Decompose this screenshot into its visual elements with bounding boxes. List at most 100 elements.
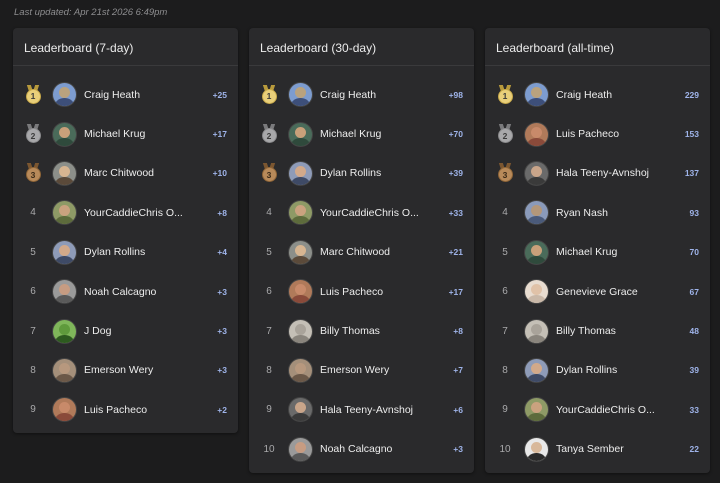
leaderboard-row[interactable]: 4 Ryan Nash 93 <box>485 193 710 232</box>
player-name[interactable]: Dylan Rollins <box>556 364 656 376</box>
avatar[interactable] <box>288 160 313 186</box>
avatar[interactable] <box>288 318 313 344</box>
avatar-head <box>59 205 70 217</box>
leaderboard-row[interactable]: 10 Tanya Sember 22 <box>485 430 710 469</box>
leaderboard-row[interactable]: 7 Billy Thomas 48 <box>485 311 710 350</box>
leaderboard-row[interactable]: 9 Hala Teeny-Avnshoj +6 <box>249 390 474 429</box>
leaderboard-row[interactable]: 5 Marc Chitwood +21 <box>249 233 474 272</box>
avatar-head <box>59 126 70 138</box>
avatar[interactable] <box>288 357 313 383</box>
avatar[interactable] <box>288 436 313 462</box>
leaderboard-row[interactable]: 8 Emerson Wery +7 <box>249 351 474 390</box>
leaderboard-row[interactable]: 2 Luis Pacheco 153 <box>485 114 710 153</box>
leaderboard-row[interactable]: 6 Genevieve Grace 67 <box>485 272 710 311</box>
avatar[interactable] <box>288 200 313 226</box>
leaderboard-row[interactable]: 1 Craig Heath +25 <box>13 75 238 114</box>
avatar[interactable] <box>52 160 77 186</box>
player-name[interactable]: Emerson Wery <box>84 364 184 376</box>
leaderboard-row[interactable]: 5 Dylan Rollins +4 <box>13 233 238 272</box>
avatar[interactable] <box>52 318 77 344</box>
leaderboard-row[interactable]: 9 YourCaddieChris O... 33 <box>485 390 710 429</box>
player-name[interactable]: YourCaddieChris O... <box>84 207 184 219</box>
avatar[interactable] <box>524 160 549 186</box>
leaderboard-row[interactable]: 7 Billy Thomas +8 <box>249 311 474 350</box>
avatar[interactable] <box>524 239 549 265</box>
player-name[interactable]: Michael Krug <box>556 246 656 258</box>
leaderboard-row[interactable]: 6 Luis Pacheco +17 <box>249 272 474 311</box>
avatar[interactable] <box>524 436 549 462</box>
avatar[interactable] <box>524 200 549 226</box>
avatar[interactable] <box>524 82 549 108</box>
avatar[interactable] <box>524 279 549 305</box>
avatar[interactable] <box>288 121 313 147</box>
player-name[interactable]: Billy Thomas <box>556 325 656 337</box>
leaderboard-row[interactable]: 7 J Dog +3 <box>13 311 238 350</box>
player-name[interactable]: YourCaddieChris O... <box>556 404 656 416</box>
score-value: +8 <box>453 326 463 337</box>
avatar[interactable] <box>524 357 549 383</box>
avatar[interactable] <box>52 121 77 147</box>
leaderboard-row[interactable]: 2 Michael Krug +17 <box>13 114 238 153</box>
leaderboard-row[interactable]: 5 Michael Krug 70 <box>485 233 710 272</box>
leaderboard-row[interactable]: 3 Dylan Rollins +39 <box>249 154 474 193</box>
player-name[interactable]: Hala Teeny-Avnshoj <box>556 167 656 179</box>
avatar-torso <box>526 373 547 382</box>
rank-slot: 5 <box>259 242 279 262</box>
leaderboard-row[interactable]: 8 Dylan Rollins 39 <box>485 351 710 390</box>
player-name[interactable]: YourCaddieChris O... <box>320 207 420 219</box>
avatar[interactable] <box>524 318 549 344</box>
player-name[interactable]: Michael Krug <box>84 128 184 140</box>
player-name[interactable]: Luis Pacheco <box>320 286 420 298</box>
score-value: +98 <box>448 89 463 100</box>
avatar[interactable] <box>52 82 77 108</box>
avatar[interactable] <box>288 239 313 265</box>
leaderboard-row[interactable]: 9 Luis Pacheco +2 <box>13 390 238 429</box>
player-name[interactable]: Craig Heath <box>556 89 656 101</box>
player-name[interactable]: Michael Krug <box>320 128 420 140</box>
avatar[interactable] <box>52 239 77 265</box>
player-name[interactable]: Ryan Nash <box>556 207 656 219</box>
player-name[interactable]: J Dog <box>84 325 184 337</box>
player-name[interactable]: Emerson Wery <box>320 364 420 376</box>
player-name[interactable]: Luis Pacheco <box>84 404 184 416</box>
avatar-head <box>295 126 306 138</box>
leaderboard-row[interactable]: 2 Michael Krug +70 <box>249 114 474 153</box>
player-name[interactable]: Dylan Rollins <box>84 246 184 258</box>
avatar[interactable] <box>524 121 549 147</box>
leaderboard-row[interactable]: 4 YourCaddieChris O... +33 <box>249 193 474 232</box>
player-name[interactable]: Hala Teeny-Avnshoj <box>320 404 420 416</box>
leaderboard-row[interactable]: 3 Hala Teeny-Avnshoj 137 <box>485 154 710 193</box>
leaderboard-row[interactable]: 4 YourCaddieChris O... +8 <box>13 193 238 232</box>
leaderboard-row[interactable]: 1 Craig Heath 229 <box>485 75 710 114</box>
player-name[interactable]: Craig Heath <box>84 89 184 101</box>
player-name[interactable]: Genevieve Grace <box>556 286 656 298</box>
player-name[interactable]: Craig Heath <box>320 89 420 101</box>
avatar[interactable] <box>52 279 77 305</box>
board-rows: 1 Craig Heath +98 2 Michael Krug +70 3 Dylan Ro… <box>249 66 474 469</box>
player-name[interactable]: Noah Calcagno <box>84 286 184 298</box>
player-name[interactable]: Marc Chitwood <box>320 246 420 258</box>
leaderboard-row[interactable]: 10 Noah Calcagno +3 <box>249 430 474 469</box>
avatar-torso <box>290 452 311 461</box>
player-name[interactable]: Billy Thomas <box>320 325 420 337</box>
leaderboard-row[interactable]: 1 Craig Heath +98 <box>249 75 474 114</box>
player-name[interactable]: Luis Pacheco <box>556 128 656 140</box>
avatar[interactable] <box>288 82 313 108</box>
avatar[interactable] <box>52 397 77 423</box>
leaderboard-row[interactable]: 6 Noah Calcagno +3 <box>13 272 238 311</box>
avatar-head <box>531 165 542 177</box>
avatar[interactable] <box>52 200 77 226</box>
avatar[interactable] <box>524 397 549 423</box>
leaderboard-row[interactable]: 3 Marc Chitwood +10 <box>13 154 238 193</box>
rank-number: 4 <box>266 207 272 219</box>
player-name[interactable]: Tanya Sember <box>556 443 656 455</box>
avatar[interactable] <box>288 397 313 423</box>
leaderboard-row[interactable]: 8 Emerson Wery +3 <box>13 351 238 390</box>
player-name[interactable]: Marc Chitwood <box>84 167 184 179</box>
player-name[interactable]: Noah Calcagno <box>320 443 420 455</box>
score-value: +2 <box>217 404 227 415</box>
avatar[interactable] <box>288 279 313 305</box>
board-rows: 1 Craig Heath 229 2 Luis Pacheco 153 3 Hala Tee… <box>485 66 710 469</box>
avatar[interactable] <box>52 357 77 383</box>
player-name[interactable]: Dylan Rollins <box>320 167 420 179</box>
